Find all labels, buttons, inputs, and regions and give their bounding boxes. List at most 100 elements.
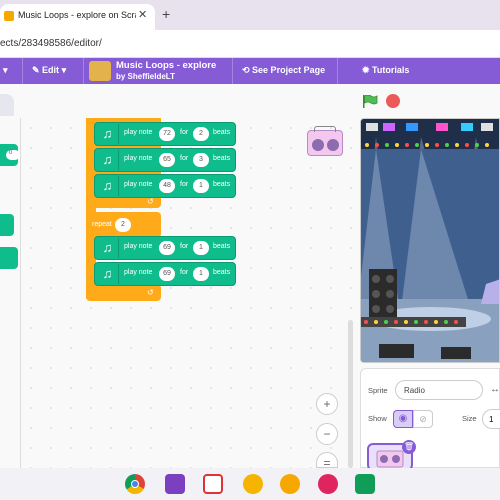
project-thumbnail bbox=[89, 61, 111, 81]
stop-icon[interactable] bbox=[386, 94, 400, 108]
delete-sprite-icon[interactable]: 🗑 bbox=[402, 440, 416, 454]
tab-title: Music Loops - explore on Scrat bbox=[18, 10, 136, 20]
for-label: for bbox=[180, 155, 189, 162]
stage[interactable] bbox=[360, 118, 500, 363]
note-input[interactable]: 69 bbox=[159, 241, 175, 255]
palette-block-input[interactable]: 0 bbox=[6, 150, 20, 160]
play-note-block[interactable]: ♫ play note 69 for 1 beats bbox=[94, 236, 236, 260]
zoom-out-button[interactable]: − bbox=[316, 423, 338, 445]
size-label: Size bbox=[462, 414, 477, 423]
chevron-down-icon: ▾ bbox=[61, 65, 67, 75]
beats-input[interactable]: 1 bbox=[193, 241, 209, 255]
see-project-page-label: See Project Page bbox=[252, 65, 326, 75]
music-note-icon: ♫ bbox=[97, 264, 119, 284]
play-note-label: play note bbox=[124, 269, 153, 276]
palette-block[interactable] bbox=[0, 214, 14, 236]
url-text: ects/283498586/editor/ bbox=[0, 38, 102, 49]
note-input[interactable]: 69 bbox=[159, 267, 175, 281]
project-title[interactable]: Music Loops - explore bbox=[116, 60, 216, 71]
repeat-label: repeat bbox=[92, 221, 112, 228]
for-label: for bbox=[180, 129, 189, 136]
sprite-label: Sprite bbox=[368, 386, 388, 395]
code-area-top bbox=[20, 84, 355, 118]
beats-label: beats bbox=[213, 243, 231, 250]
project-author[interactable]: by SheffieldeLT bbox=[116, 72, 175, 81]
docs-icon[interactable] bbox=[203, 474, 223, 494]
sprite-name-input[interactable]: Radio bbox=[395, 380, 483, 400]
menu-caret-icon[interactable]: ▾ bbox=[3, 65, 8, 76]
music-note-icon: ♫ bbox=[97, 176, 119, 196]
tab-close-icon[interactable]: ✕ bbox=[138, 8, 147, 21]
music-note-icon: ♫ bbox=[97, 124, 119, 144]
play-note-label: play note bbox=[124, 181, 153, 188]
repeat-count-input[interactable]: 2 bbox=[115, 218, 131, 232]
music-note-icon: ♫ bbox=[97, 150, 119, 170]
play-note-block[interactable]: ♫ play note 72 for 2 beats bbox=[94, 122, 236, 146]
scratch-menubar: ▾ ✎ Edit ▾ Music Loops - explore by Shef… bbox=[0, 58, 500, 84]
lightbulb-icon: ✹ bbox=[362, 65, 373, 75]
palette-block[interactable] bbox=[0, 247, 18, 269]
play-note-label: play note bbox=[124, 155, 153, 162]
scratch-icon[interactable] bbox=[280, 474, 300, 494]
for-label: for bbox=[180, 243, 189, 250]
new-tab-button[interactable]: + bbox=[162, 6, 170, 22]
beats-input[interactable]: 1 bbox=[193, 179, 209, 193]
for-label: for bbox=[180, 181, 189, 188]
x-arrow-icon: ↔ bbox=[490, 384, 500, 395]
size-input[interactable]: 1 bbox=[482, 409, 500, 429]
concert-backdrop bbox=[361, 119, 499, 362]
palette-block[interactable]: 0 bbox=[0, 144, 20, 166]
loop-arrow-icon: ↺ bbox=[147, 288, 154, 297]
paint-icon[interactable] bbox=[318, 474, 338, 494]
zoom-reset-button[interactable]: = bbox=[316, 452, 338, 470]
see-project-page-button[interactable]: ⟲ See Project Page bbox=[242, 65, 325, 76]
pencil-icon: ✎ bbox=[32, 65, 43, 75]
tutorials-button[interactable]: ✹ Tutorials bbox=[362, 65, 409, 76]
boombox-speaker bbox=[327, 139, 339, 151]
play-note-block[interactable]: ♫ play note 69 for 1 beats bbox=[94, 262, 236, 286]
keep-icon[interactable] bbox=[243, 474, 263, 494]
slides-icon[interactable] bbox=[165, 474, 185, 494]
beats-label: beats bbox=[213, 155, 231, 162]
tutorials-label: Tutorials bbox=[372, 65, 410, 75]
beats-input[interactable]: 2 bbox=[193, 127, 209, 141]
beats-input[interactable]: 3 bbox=[193, 153, 209, 167]
address-bar[interactable]: ects/283498586/editor/ bbox=[0, 30, 500, 58]
note-input[interactable]: 72 bbox=[159, 127, 175, 141]
edit-menu-label: Edit bbox=[42, 65, 60, 75]
sprite-preview-boombox bbox=[307, 126, 343, 156]
green-flag-icon[interactable] bbox=[362, 95, 378, 108]
beats-label: beats bbox=[213, 129, 231, 136]
play-note-label: play note bbox=[124, 243, 153, 250]
zoom-in-button[interactable]: + bbox=[316, 393, 338, 415]
classroom-icon[interactable] bbox=[355, 474, 375, 494]
browser-tab[interactable]: Music Loops - explore on Scrat ✕ bbox=[0, 4, 155, 30]
block-palette[interactable]: 0 bbox=[0, 84, 20, 468]
refresh-icon: ⟲ bbox=[242, 65, 253, 75]
show-hidden-icon[interactable]: ⊘ bbox=[413, 410, 433, 428]
menu-divider bbox=[232, 58, 233, 84]
beats-input[interactable]: 1 bbox=[193, 267, 209, 281]
music-note-icon: ♫ bbox=[97, 238, 119, 258]
boombox-speaker bbox=[312, 139, 324, 151]
palette-tab[interactable] bbox=[0, 94, 14, 116]
chrome-icon[interactable] bbox=[125, 474, 145, 494]
zoom-in-icon: + bbox=[323, 397, 331, 411]
code-area-scrollbar[interactable] bbox=[348, 320, 353, 468]
beats-label: beats bbox=[213, 269, 231, 276]
show-visible-icon[interactable]: ◉ bbox=[393, 410, 413, 428]
scratch-favicon-icon bbox=[4, 11, 14, 21]
loop-arrow-icon: ↺ bbox=[147, 197, 154, 206]
zoom-out-icon: − bbox=[323, 427, 331, 441]
beats-label: beats bbox=[213, 181, 231, 188]
edit-menu[interactable]: ✎ Edit ▾ bbox=[32, 65, 66, 76]
menu-divider bbox=[337, 58, 338, 84]
play-note-label: play note bbox=[124, 129, 153, 136]
play-note-block[interactable]: ♫ play note 48 for 1 beats bbox=[94, 174, 236, 198]
show-label: Show bbox=[368, 414, 387, 423]
for-label: for bbox=[180, 269, 189, 276]
note-input[interactable]: 48 bbox=[159, 179, 175, 193]
play-note-block[interactable]: ♫ play note 65 for 3 beats bbox=[94, 148, 236, 172]
boombox-handle bbox=[314, 126, 336, 132]
note-input[interactable]: 65 bbox=[159, 153, 175, 167]
